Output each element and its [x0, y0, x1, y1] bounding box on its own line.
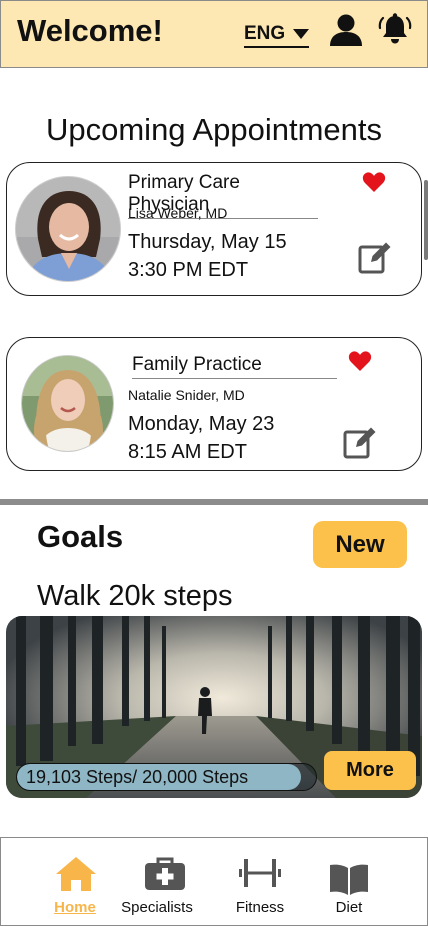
- progress-text: 19,103 Steps/ 20,000 Steps: [26, 767, 249, 787]
- nav-item-specialists[interactable]: Specialists: [107, 838, 207, 926]
- goal-card[interactable]: 19,103 Steps/ 20,000 Steps More: [6, 616, 422, 798]
- appointment-doctor: Natalie Snider, MD: [128, 387, 245, 403]
- nav-item-fitness[interactable]: Fitness: [210, 838, 310, 926]
- nav-label-diet: Diet: [335, 899, 363, 916]
- appointment-card[interactable]: Primary Care Physician Lisa Weber, MD Th…: [6, 162, 422, 296]
- appointment-date: Thursday, May 15: [128, 231, 287, 253]
- bell-icon[interactable]: [378, 12, 412, 46]
- edit-icon[interactable]: [343, 425, 377, 459]
- goals-title: Goals: [37, 519, 124, 554]
- language-selector[interactable]: ENG: [244, 22, 310, 48]
- steps-progress-bar: 19,103 Steps/ 20,000 Steps: [16, 763, 317, 791]
- medical-bag-icon: [145, 857, 185, 890]
- appointment-specialty: Family Practice: [132, 354, 337, 379]
- appointment-date: Monday, May 23: [128, 413, 275, 435]
- doctor-avatar: [15, 176, 121, 282]
- book-icon: [330, 864, 368, 895]
- appointment-time: 3:30 PM EDT: [128, 259, 249, 281]
- dumbbell-icon: [239, 859, 281, 887]
- nav-item-diet[interactable]: Diet: [299, 838, 399, 926]
- caret-down-icon: [293, 28, 310, 39]
- goal-name: Walk 20k steps: [37, 580, 233, 612]
- appointment-card[interactable]: Family Practice Natalie Snider, MD Monda…: [6, 337, 422, 471]
- app-header: Welcome! ENG: [0, 0, 428, 68]
- scrollbar-thumb[interactable]: [424, 180, 428, 260]
- appointment-doctor: Lisa Weber, MD: [128, 205, 228, 221]
- appointment-time: 8:15 AM EDT: [128, 441, 247, 463]
- doctor-avatar: [21, 355, 114, 452]
- nav-label-fitness: Fitness: [235, 899, 285, 916]
- heart-icon[interactable]: [348, 350, 372, 372]
- user-icon[interactable]: [329, 13, 363, 47]
- new-goal-button[interactable]: New: [313, 521, 407, 568]
- heart-icon[interactable]: [362, 171, 386, 193]
- appointments-title: Upcoming Appointments: [45, 112, 383, 147]
- welcome-title: Welcome!: [17, 13, 163, 48]
- bottom-nav: Home Specialists Fitness Diet: [0, 837, 428, 926]
- section-divider: [0, 499, 428, 505]
- language-label: ENG: [244, 22, 286, 44]
- more-button[interactable]: More: [324, 751, 416, 790]
- nav-label-specialists: Specialists: [121, 899, 193, 916]
- edit-icon[interactable]: [358, 240, 392, 274]
- home-icon: [56, 857, 96, 891]
